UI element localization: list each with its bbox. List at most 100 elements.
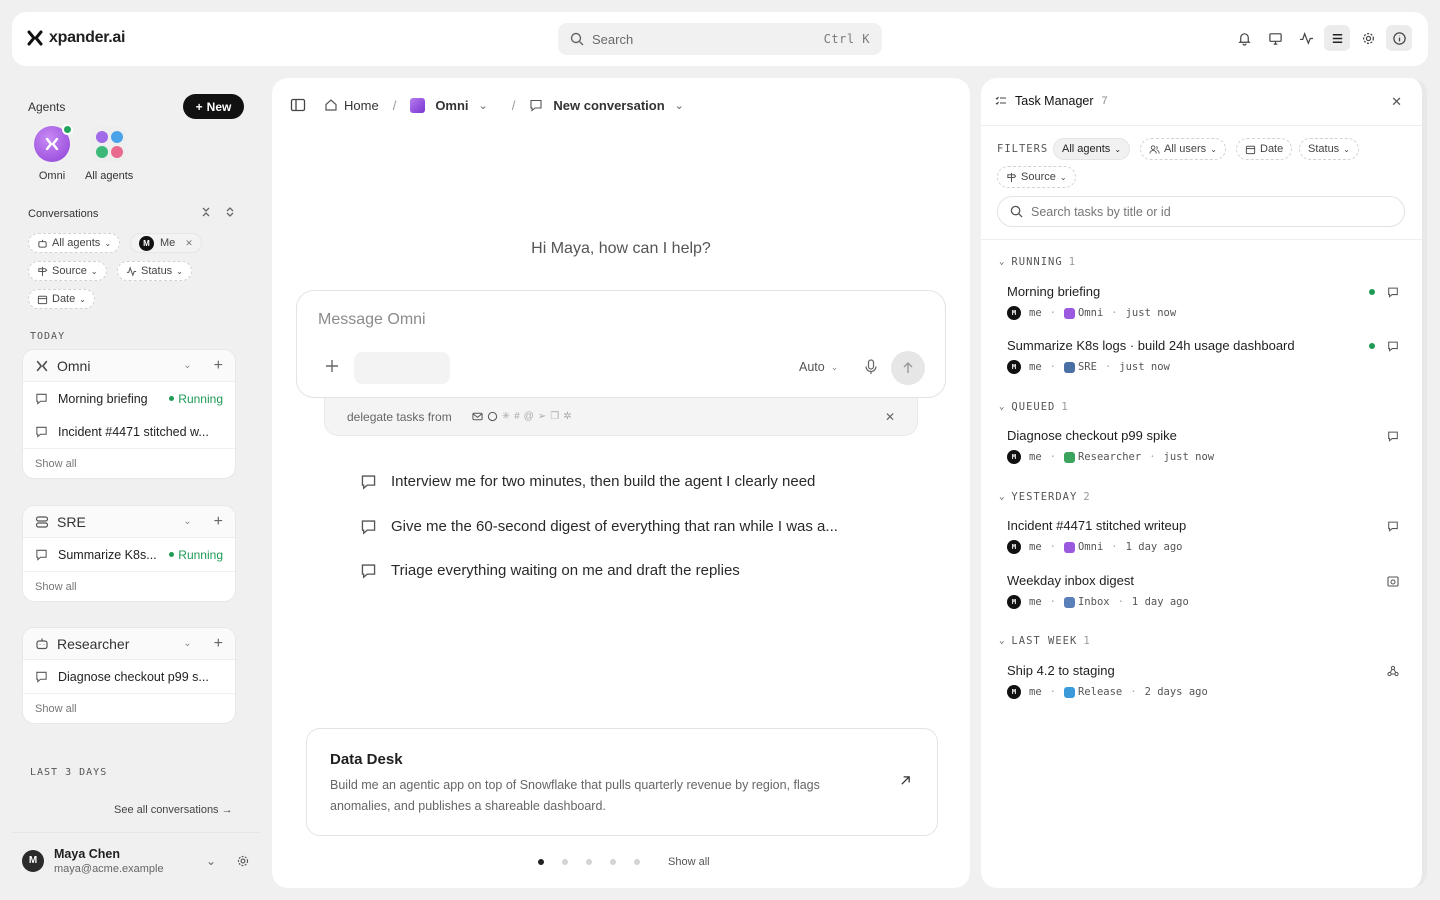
pager-dot[interactable] (562, 859, 568, 865)
new-agent-button[interactable]: + New (183, 94, 244, 119)
filter-all-agents[interactable]: All agents ⌄ (1053, 138, 1131, 160)
add-attachment-icon[interactable] (325, 359, 339, 373)
send-button[interactable] (891, 351, 925, 385)
activity-icon (126, 265, 137, 277)
collapse-all-icon[interactable] (200, 206, 212, 218)
list-icon[interactable] (1324, 25, 1350, 51)
chevron-down-icon[interactable]: ⌄ (206, 854, 216, 868)
asterisk-icon[interactable]: ✳ (502, 411, 510, 422)
show-all-link[interactable]: Show all (23, 571, 235, 601)
filter-date[interactable]: Date (1236, 138, 1293, 160)
conversation-item[interactable]: Diagnose checkout p99 s... (23, 660, 235, 693)
expand-all-icon[interactable] (224, 206, 236, 218)
agent-omni[interactable]: Omni (34, 124, 73, 182)
group-header[interactable]: Researcher ⌄ + (23, 628, 235, 660)
conversation-item[interactable]: Incident #4471 stitched w... (23, 415, 235, 448)
add-conversation-icon[interactable]: + (214, 357, 223, 375)
message-input[interactable]: Message Omni (318, 311, 426, 329)
today-label: TODAY (30, 331, 66, 342)
task-item[interactable]: Incident #4471 stitched writeup M me · Om… (1007, 518, 1399, 554)
breadcrumb-home[interactable]: Home (344, 98, 379, 113)
filter-me[interactable]: M Me ✕ (130, 233, 202, 253)
task-item[interactable]: Summarize K8s logs · build 24h usage das… (1007, 338, 1399, 374)
add-conversation-icon[interactable]: + (214, 513, 223, 531)
task-manager-title: Task Manager (1015, 94, 1094, 108)
close-icon[interactable]: ✕ (1391, 94, 1402, 110)
breadcrumb-conversation[interactable]: New conversation (553, 98, 664, 113)
bell-icon[interactable] (1231, 25, 1257, 51)
group-header[interactable]: Omni ⌄ + (23, 350, 235, 382)
template-card[interactable]: Data Desk Build me an agentic app on top… (306, 728, 938, 836)
group-header[interactable]: SRE ⌄ + (23, 506, 235, 538)
pager-dot[interactable] (610, 859, 616, 865)
suggestion-item[interactable]: Interview me for two minutes, then build… (360, 473, 815, 490)
chat-icon[interactable] (1387, 430, 1399, 442)
integration-icon[interactable]: ✲ (563, 411, 571, 422)
activity-icon[interactable] (1293, 25, 1319, 51)
filter-status[interactable]: Status ⌄ (117, 261, 192, 281)
agent-all[interactable]: All agents (85, 126, 133, 182)
filter-status[interactable]: Status ⌄ (1299, 138, 1359, 160)
task-item[interactable]: Weekday inbox digest M me · Inbox · 1 day … (1007, 573, 1399, 609)
filter-source[interactable]: Source ⌄ (997, 166, 1076, 188)
gear-icon[interactable] (236, 854, 250, 868)
task-item[interactable]: Morning briefing M me · Omni · just now (1007, 284, 1399, 320)
info-icon[interactable] (1386, 25, 1412, 51)
user-profile[interactable]: M Maya Chen maya@acme.example ⌄ (12, 832, 260, 888)
pager-dot[interactable] (634, 859, 640, 865)
suggestion-item[interactable]: Triage everything waiting on me and draf… (360, 562, 740, 579)
chevron-down-icon[interactable]: ⌄ (675, 99, 684, 112)
webhook-icon[interactable] (1387, 665, 1399, 677)
filter-source[interactable]: Source ⌄ (28, 261, 107, 281)
chat-icon[interactable] (1387, 286, 1399, 298)
filter-date[interactable]: Date ⌄ (28, 289, 95, 309)
pager-dot[interactable] (586, 859, 592, 865)
task-group-yesterday[interactable]: ⌄ YESTERDAY 2 (999, 491, 1091, 503)
task-item[interactable]: Ship 4.2 to staging M me · Release · 2 day… (1007, 663, 1399, 699)
message-circle-icon[interactable] (487, 411, 498, 422)
task-item[interactable]: Diagnose checkout p99 spike M me · Resear… (1007, 428, 1399, 464)
chat-icon[interactable] (1387, 520, 1399, 532)
chevron-down-icon[interactable]: ⌄ (183, 360, 191, 371)
chat-icon[interactable] (1387, 340, 1399, 352)
copy-icon[interactable]: ❐ (550, 411, 559, 422)
mail-icon[interactable] (472, 411, 483, 422)
filter-all-users[interactable]: All users ⌄ (1140, 138, 1226, 160)
chevron-down-icon: ⌄ (104, 238, 112, 248)
send-icon[interactable]: ➢ (538, 411, 546, 422)
chevron-down-icon[interactable]: ⌄ (183, 638, 191, 649)
task-group-last-week[interactable]: ⌄ LAST WEEK 1 (999, 635, 1091, 647)
task-search-input[interactable]: Search tasks by title or id (997, 196, 1405, 227)
chevron-down-icon[interactable]: ⌄ (183, 516, 191, 527)
model-select[interactable]: Auto ⌄ (799, 360, 838, 374)
chevron-down-icon[interactable]: ⌄ (479, 99, 488, 112)
close-icon[interactable]: ✕ (185, 238, 193, 249)
global-search[interactable]: Search Ctrl K (558, 23, 882, 55)
conversation-item[interactable]: Summarize K8s... Running (23, 538, 235, 571)
add-conversation-icon[interactable]: + (214, 635, 223, 653)
close-icon[interactable]: ✕ (885, 410, 895, 424)
microphone-icon[interactable] (864, 359, 878, 375)
show-all-templates-link[interactable]: Show all (668, 856, 710, 868)
conversation-item[interactable]: Morning briefing Running (23, 382, 235, 415)
pager-dot[interactable] (538, 859, 544, 865)
task-group-queued[interactable]: ⌄ QUEUED 1 (999, 401, 1069, 413)
filter-all-agents[interactable]: All agents ⌄ (28, 233, 121, 253)
monitor-icon[interactable] (1262, 25, 1288, 51)
suggestion-item[interactable]: Give me the 60-second digest of everythi… (360, 518, 838, 535)
calendar-clock-icon[interactable] (1387, 575, 1399, 587)
see-all-conversations-link[interactable]: See all conversations → (114, 804, 233, 816)
breadcrumb-agent[interactable]: Omni (435, 98, 468, 113)
show-all-link[interactable]: Show all (23, 448, 235, 478)
task-group-running[interactable]: ⌄ RUNNING 1 (999, 256, 1076, 268)
at-sign-icon[interactable]: @ (524, 411, 534, 422)
conversation-title: Morning briefing (58, 391, 148, 406)
running-badge: Running (169, 548, 223, 562)
hash-icon[interactable]: # (514, 411, 520, 422)
app-logo[interactable]: xpander.ai (27, 29, 125, 47)
show-all-link[interactable]: Show all (23, 693, 235, 723)
conversation-group-researcher: Researcher ⌄ + Diagnose checkout p99 s..… (22, 627, 236, 724)
sidebar-toggle-icon[interactable] (290, 97, 306, 113)
gear-icon[interactable] (1355, 25, 1381, 51)
task-agent: Release (1077, 686, 1123, 698)
